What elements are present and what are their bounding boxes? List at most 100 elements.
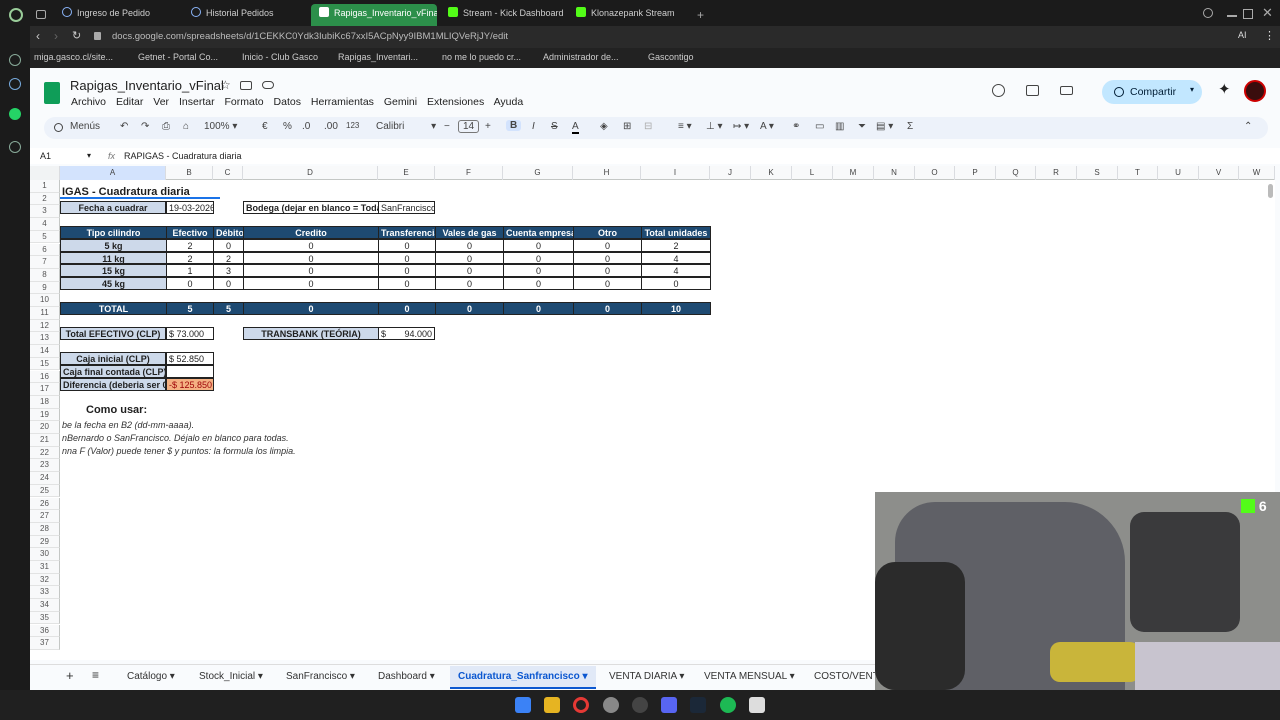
row-header[interactable]: 9 xyxy=(30,281,60,295)
table-cell[interactable]: 0 xyxy=(378,264,436,278)
gemini-icon[interactable]: ✦ xyxy=(1218,80,1231,98)
version-history-icon[interactable] xyxy=(992,84,1005,97)
row-header[interactable]: 22 xyxy=(30,446,60,460)
caja-inicial-value[interactable]: $ 52.850 xyxy=(166,352,214,365)
bookmark-item[interactable]: Administrador de... xyxy=(543,52,619,62)
messenger-icon[interactable] xyxy=(9,78,21,90)
column-header[interactable]: W xyxy=(1239,166,1275,180)
zoom-select[interactable]: 100% ▾ xyxy=(204,121,237,132)
table-cell[interactable]: 2 xyxy=(641,239,711,252)
sheet-tab[interactable]: SanFrancisco ▾ xyxy=(286,671,355,682)
menus-search[interactable]: Menús xyxy=(70,121,100,132)
row-header[interactable]: 16 xyxy=(30,370,60,384)
sheet-tab[interactable]: Catálogo ▾ xyxy=(127,671,175,682)
browser-tab-rapigas[interactable]: Rapigas_Inventario_vFinal xyxy=(311,4,437,26)
avatar[interactable] xyxy=(1244,80,1266,102)
row-header[interactable]: 24 xyxy=(30,472,60,485)
table-cell[interactable]: 0 xyxy=(378,251,436,265)
table-cell[interactable]: 0 xyxy=(503,251,574,265)
sheet-tab[interactable]: VENTA MENSUAL ▾ xyxy=(704,671,795,682)
browser-tab-klonazepank[interactable]: Klonazepank Stream xyxy=(568,4,692,26)
obs-icon[interactable] xyxy=(632,697,648,713)
undo-icon[interactable]: ↶ xyxy=(120,121,128,132)
steam-icon[interactable] xyxy=(690,697,706,713)
filter-icon[interactable]: ⏷ xyxy=(858,121,866,132)
menu-icon[interactable]: ⋮ xyxy=(1264,29,1275,42)
transbank-value[interactable]: $94.000 xyxy=(378,327,435,340)
column-header[interactable]: N xyxy=(874,166,915,180)
total-efectivo-value[interactable]: $ 73.000 xyxy=(166,327,214,340)
forward-icon[interactable]: › xyxy=(54,29,58,43)
row-header[interactable]: 1 xyxy=(30,180,60,193)
table-cell[interactable]: 3 xyxy=(213,264,244,278)
settings-icon[interactable] xyxy=(9,141,21,153)
total-cell[interactable]: 10 xyxy=(641,302,711,315)
column-header[interactable]: J xyxy=(710,166,751,180)
name-box[interactable]: A1 xyxy=(40,151,51,161)
total-cell[interactable]: 0 xyxy=(378,302,436,315)
merge-cells-icon[interactable]: ⊟ xyxy=(644,121,652,132)
row-header[interactable]: 4 xyxy=(30,218,60,231)
row-header[interactable]: 14 xyxy=(30,345,60,358)
file-explorer-icon[interactable] xyxy=(544,697,560,713)
menu-archivo[interactable]: Archivo xyxy=(71,96,106,108)
table-header-cell[interactable]: Otro xyxy=(573,226,642,239)
filter-views-icon[interactable]: ▤ ▾ xyxy=(876,121,893,132)
bookmark-item[interactable]: Gascontigo xyxy=(648,52,694,62)
caja-final-value[interactable] xyxy=(166,365,214,378)
row-header[interactable]: 10 xyxy=(30,294,60,307)
column-header[interactable]: U xyxy=(1158,166,1199,180)
table-cell[interactable]: 11 kg xyxy=(60,251,167,265)
history-icon[interactable] xyxy=(9,54,21,66)
row-header[interactable]: 19 xyxy=(30,408,60,422)
browser-tab-kick-dashboard[interactable]: Stream - Kick Dashboard xyxy=(440,4,564,26)
total-cell[interactable]: 5 xyxy=(213,302,244,315)
bold-icon[interactable]: B xyxy=(506,120,522,131)
table-cell[interactable]: 0 xyxy=(213,277,244,290)
table-cell[interactable]: 1 xyxy=(166,264,214,278)
search-icon[interactable] xyxy=(54,123,63,132)
search-tabs-icon[interactable] xyxy=(1203,8,1213,18)
spotify-icon[interactable] xyxy=(720,697,736,713)
font-size-decrease[interactable]: − xyxy=(444,121,450,132)
table-cell[interactable]: 4 xyxy=(641,264,711,278)
total-cell[interactable]: 5 xyxy=(166,302,214,315)
row-header[interactable]: 20 xyxy=(30,421,60,434)
row-header[interactable]: 2 xyxy=(30,192,60,206)
table-cell[interactable]: 0 xyxy=(243,277,379,290)
row-header[interactable]: 18 xyxy=(30,395,60,409)
menu-extensiones[interactable]: Extensiones xyxy=(427,96,484,108)
total-cell[interactable]: 0 xyxy=(243,302,379,315)
print-icon[interactable]: ⎙ xyxy=(162,121,170,132)
table-header-cell[interactable]: Credito xyxy=(243,226,379,239)
column-header[interactable]: G xyxy=(503,166,573,180)
column-header[interactable]: K xyxy=(751,166,792,180)
table-cell[interactable]: 4 xyxy=(641,251,711,265)
comments-icon[interactable] xyxy=(1026,85,1039,96)
bookmark-item[interactable]: no me lo puedo cr... xyxy=(442,52,521,62)
text-rotation-icon[interactable]: A ▾ xyxy=(760,121,774,132)
row-header[interactable]: 32 xyxy=(30,573,60,587)
table-cell[interactable]: 0 xyxy=(573,264,642,278)
table-cell[interactable]: 0 xyxy=(378,277,436,290)
url-field[interactable]: docs.google.com/spreadsheets/d/1CEKKC0Yd… xyxy=(112,31,508,42)
new-tab-icon[interactable]: + xyxy=(697,8,704,22)
link-icon[interactable]: ⚭ xyxy=(792,121,800,132)
table-cell[interactable]: 0 xyxy=(213,239,244,252)
back-icon[interactable]: ‹ xyxy=(36,29,40,43)
table-cell[interactable]: 5 kg xyxy=(60,239,167,252)
redo-icon[interactable]: ↷ xyxy=(141,121,149,132)
maximize-icon[interactable] xyxy=(1243,9,1253,19)
row-header[interactable]: 31 xyxy=(30,561,60,574)
table-cell[interactable]: 0 xyxy=(573,251,642,265)
table-cell[interactable]: 2 xyxy=(213,251,244,265)
row-header[interactable]: 35 xyxy=(30,611,60,625)
table-cell[interactable]: 0 xyxy=(243,239,379,252)
decrease-decimals-button[interactable]: .0 xyxy=(302,121,310,132)
row-header[interactable]: 7 xyxy=(30,256,60,269)
fecha-value[interactable]: 19-03-2026 xyxy=(166,201,214,214)
row-header[interactable]: 26 xyxy=(30,497,60,511)
tabs-overview-icon[interactable] xyxy=(36,10,46,19)
bookmark-item[interactable]: Rapigas_Inventari... xyxy=(338,52,418,62)
column-header[interactable]: T xyxy=(1118,166,1158,180)
